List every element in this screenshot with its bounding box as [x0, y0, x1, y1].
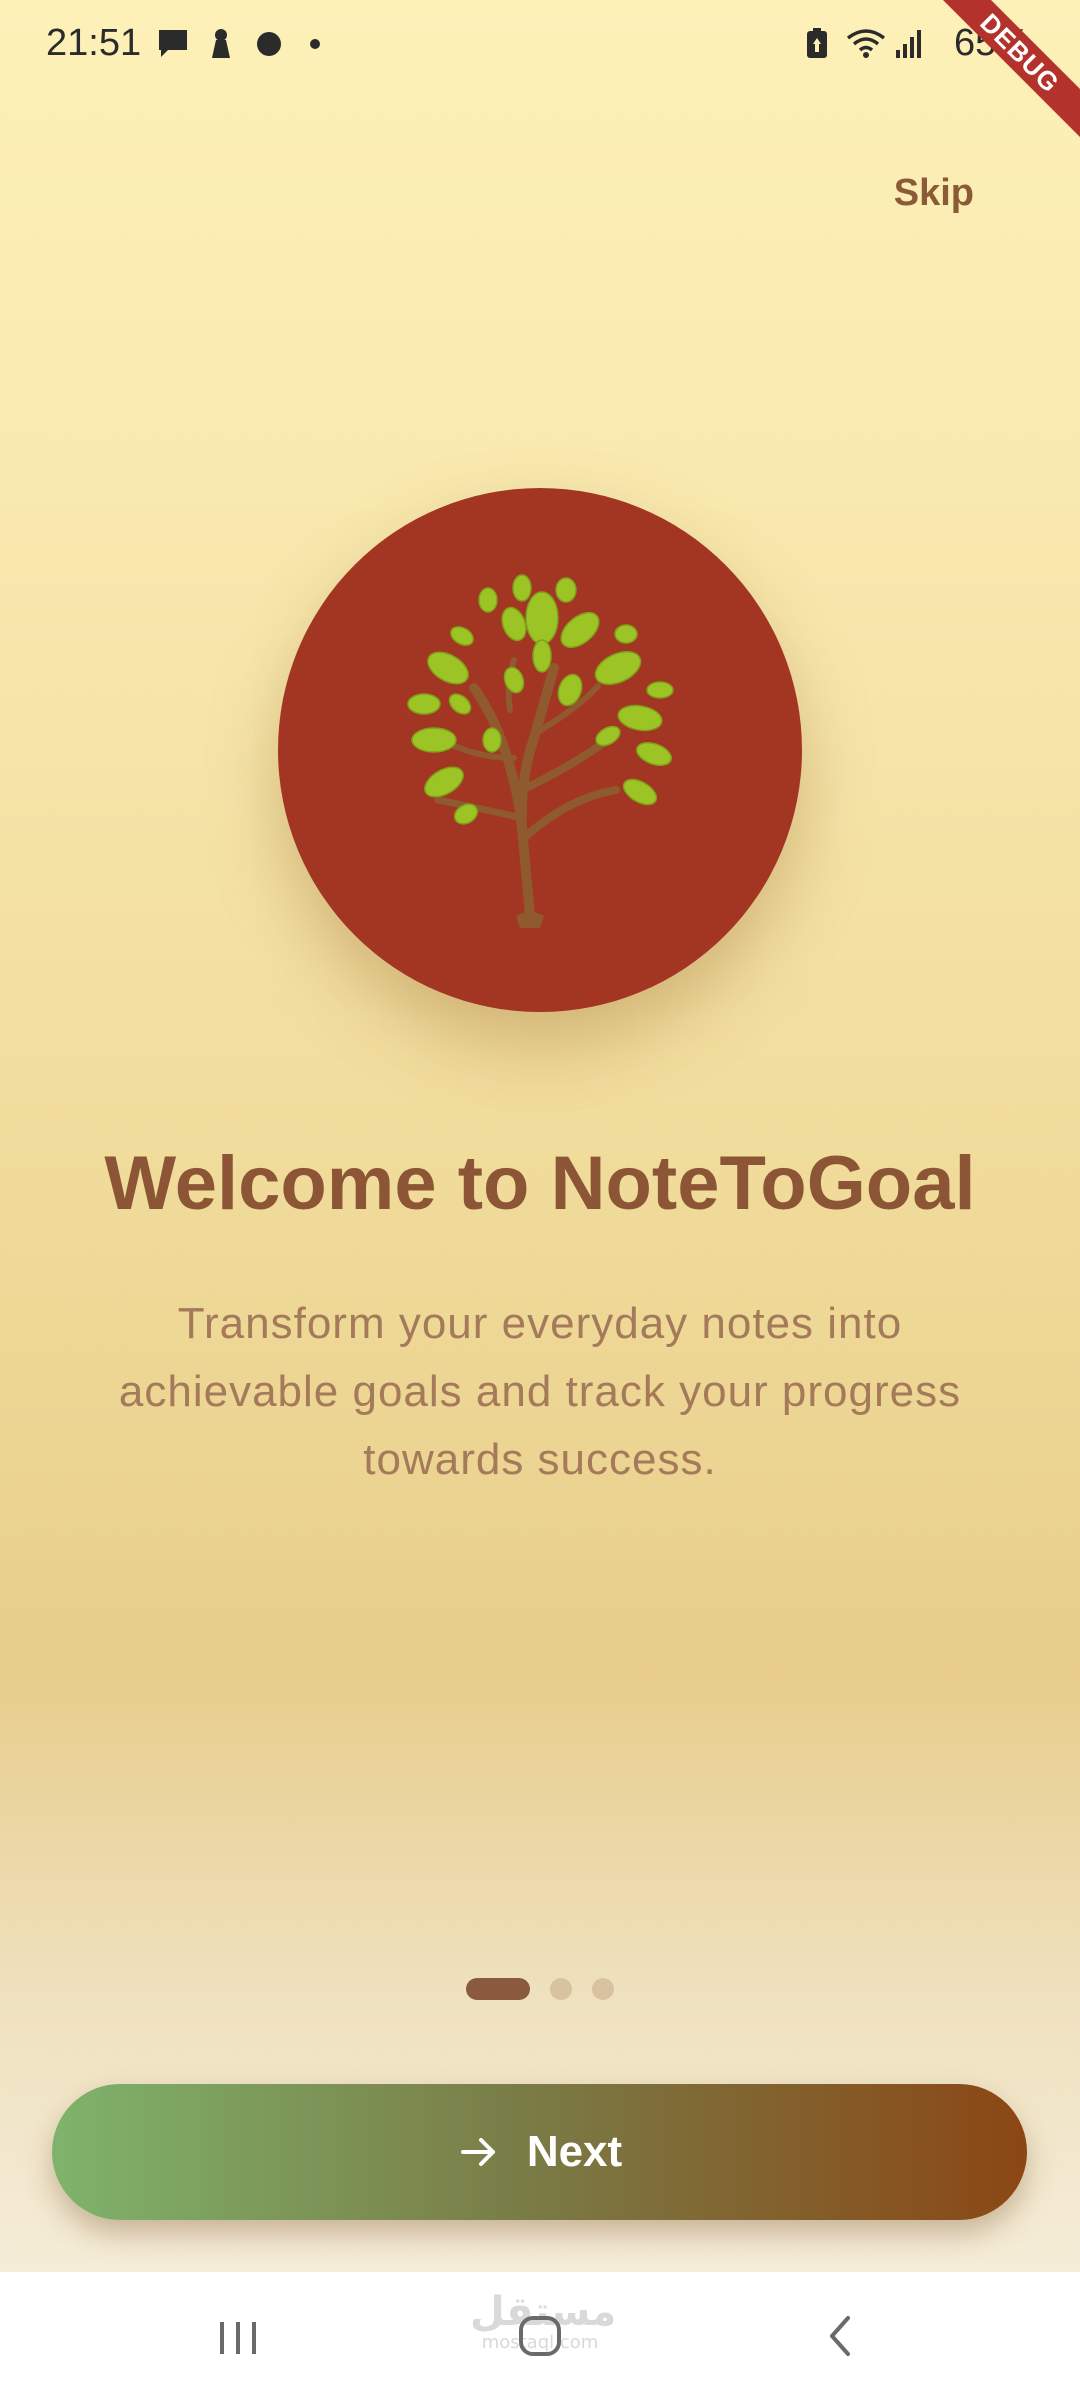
dot-icon — [310, 39, 320, 49]
onboarding-description: Transform your everyday notes into achie… — [118, 1299, 962, 1484]
message-icon — [159, 30, 187, 57]
back-icon[interactable] — [806, 2300, 878, 2372]
next-button-content: Next — [52, 2084, 1027, 2220]
system-navigation-bar: مستقل mostaql.com — [0, 2272, 1080, 2400]
page-dot — [592, 1978, 614, 2000]
page-dot-active — [466, 1978, 530, 2000]
arrow-right-icon — [460, 2138, 495, 2166]
status-time: 21:51 — [46, 22, 142, 64]
circle-icon — [257, 32, 281, 56]
skip-button[interactable]: Skip — [894, 172, 974, 215]
home-icon[interactable] — [504, 2300, 576, 2372]
page-dot — [550, 1978, 572, 2000]
keyhole-icon — [212, 29, 230, 58]
status-bar: 21:51 65% — [0, 0, 1080, 90]
page-indicator — [0, 1978, 1080, 2000]
tree-icon — [407, 574, 674, 928]
onboarding-title: Welcome to NoteToGoal — [104, 1141, 976, 1226]
wifi-icon — [846, 29, 886, 58]
next-button[interactable]: Next — [52, 2084, 1027, 2220]
battery-saver-icon — [807, 28, 827, 58]
app-logo — [278, 488, 802, 1012]
signal-icon — [896, 30, 921, 58]
recents-icon[interactable] — [202, 2300, 274, 2372]
next-button-label: Next — [526, 2127, 623, 2176]
